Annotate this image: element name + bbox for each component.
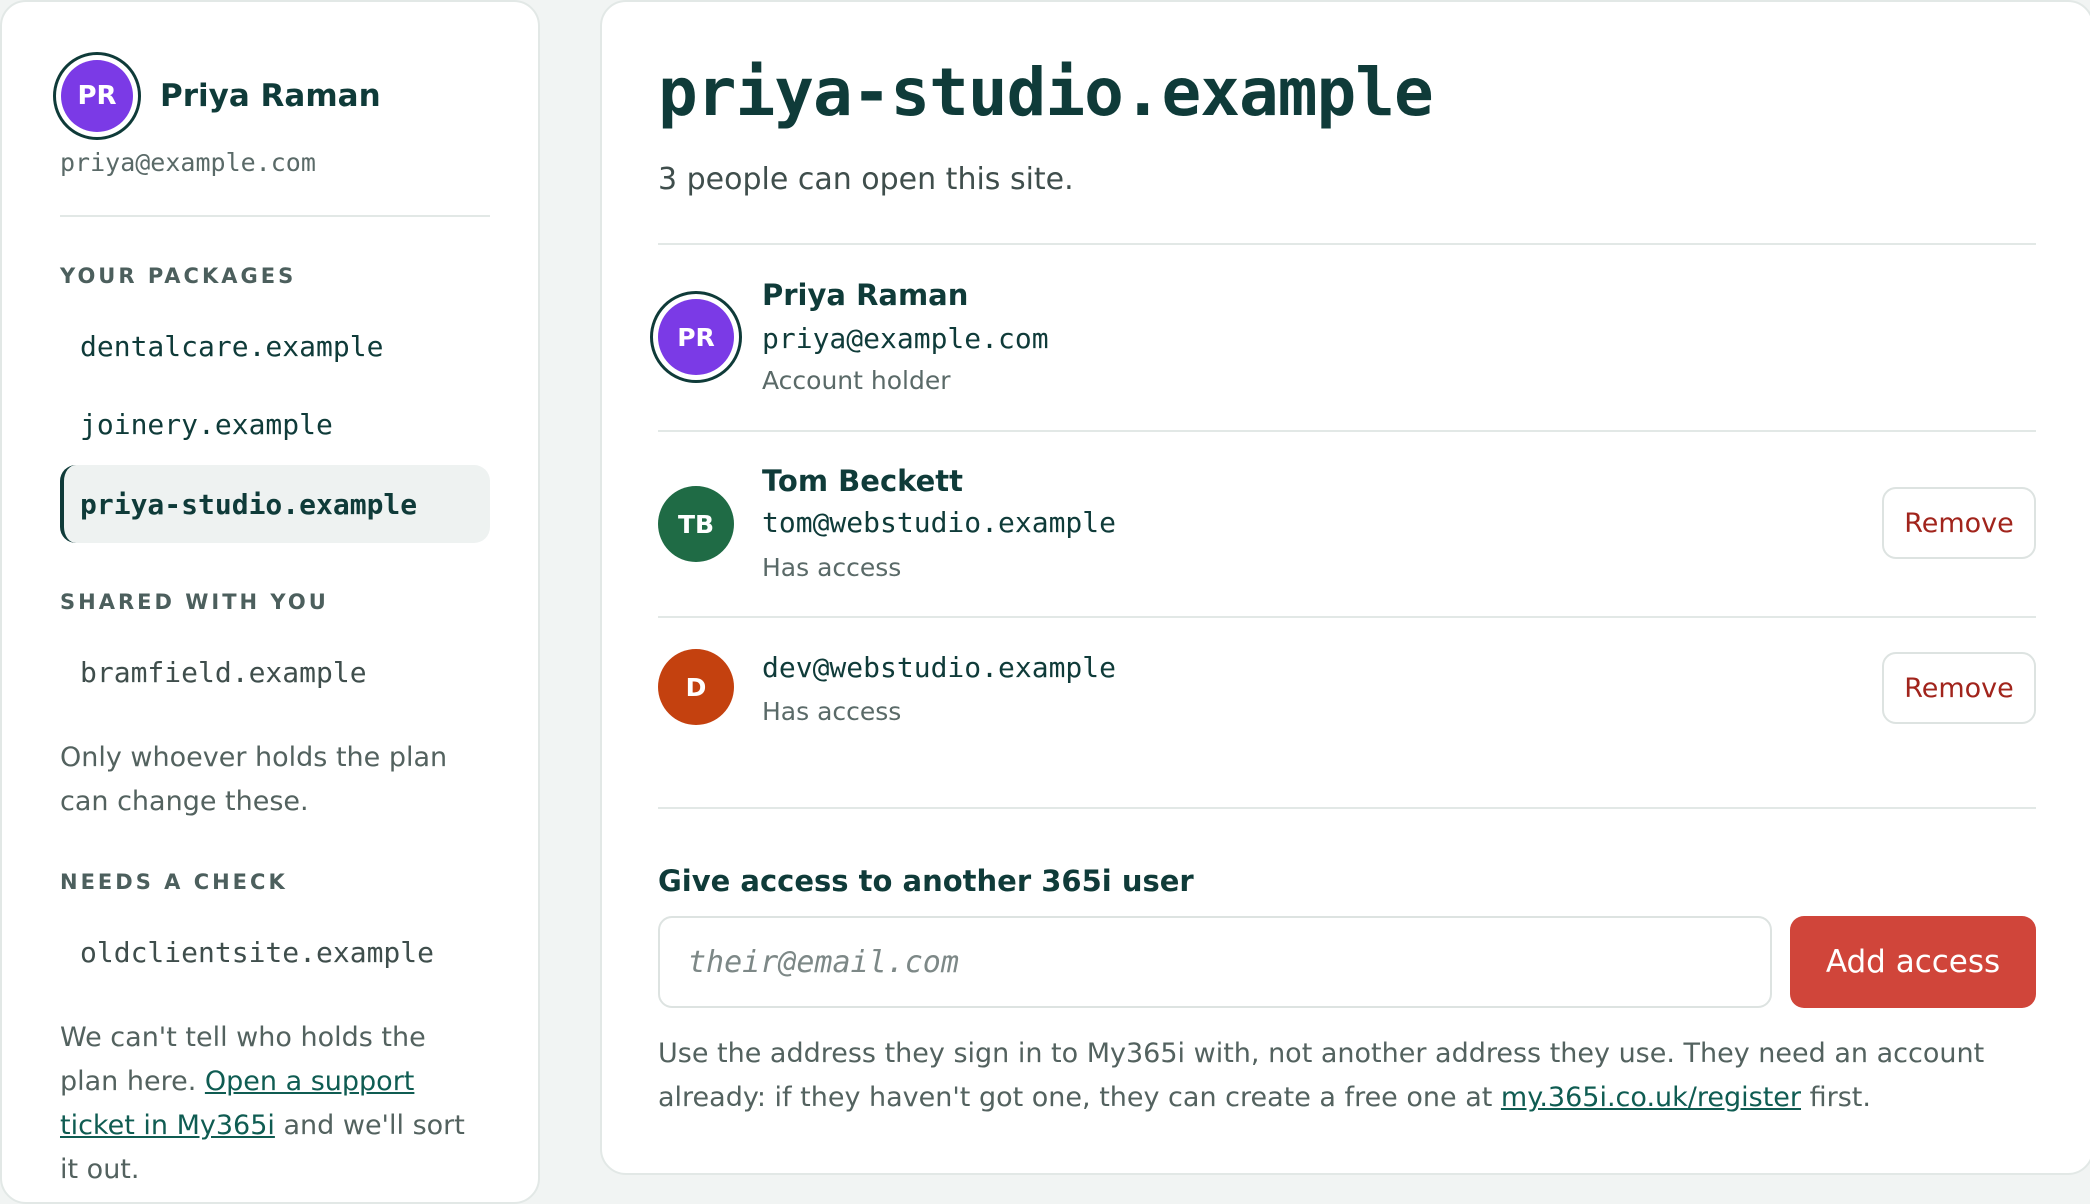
give-access-label: Give access to another 365i user	[658, 864, 1194, 898]
divider	[60, 215, 490, 217]
sidebar-item-joinery[interactable]: joinery.example	[60, 385, 490, 463]
avatar-initials: PR	[658, 299, 734, 375]
person-email: tom@webstudio.example	[762, 506, 1117, 539]
person-name: Priya Raman	[762, 278, 969, 312]
remove-button[interactable]: Remove	[1882, 652, 2036, 724]
divider	[658, 807, 2036, 809]
shared-note: Only whoever holds the plan can change t…	[60, 742, 448, 817]
avatar: PR	[53, 52, 141, 140]
register-link[interactable]: my.365i.co.uk/register	[1501, 1082, 1801, 1113]
sidebar-item-priya-studio[interactable]: priya-studio.example	[60, 465, 490, 543]
help-text-suffix: first.	[1801, 1082, 1871, 1113]
shared-with-you-heading: SHARED WITH YOU	[60, 590, 329, 614]
person-row: D dev@webstudio.example Has access Remov…	[658, 617, 2036, 807]
email-input[interactable]	[658, 916, 1772, 1008]
your-packages-heading: YOUR PACKAGES	[60, 264, 297, 288]
needs-a-check-heading: NEEDS A CHECK	[60, 870, 288, 894]
remove-button[interactable]: Remove	[1882, 487, 2036, 559]
avatar: PR	[650, 291, 742, 383]
person-name: Tom Beckett	[762, 464, 964, 498]
person-email: dev@webstudio.example	[762, 651, 1117, 684]
page-subtitle: 3 people can open this site.	[658, 162, 1074, 197]
person-email: priya@example.com	[762, 322, 1049, 355]
check-note: We can't tell who holds the plan here. O…	[60, 1016, 480, 1192]
person-row: TB Tom Beckett tom@webstudio.example Has…	[658, 431, 2036, 617]
add-access-button[interactable]: Add access	[1790, 916, 2036, 1008]
avatar: TB	[658, 486, 734, 562]
site-access-panel: priya-studio.example 3 people can open t…	[600, 0, 2090, 1175]
sidebar-item-dentalcare[interactable]: dentalcare.example	[60, 307, 490, 385]
help-text: Use the address they sign in to My365i w…	[658, 1032, 2048, 1120]
account-email: priya@example.com	[60, 148, 316, 177]
person-role: Has access	[762, 697, 902, 726]
person-role: Has access	[762, 553, 902, 582]
avatar-initials: PR	[61, 60, 133, 132]
account-name: Priya Raman	[160, 78, 381, 114]
page-title: priya-studio.example	[658, 54, 1434, 131]
avatar: D	[658, 649, 734, 725]
person-row: PR Priya Raman priya@example.com Account…	[650, 244, 2036, 430]
person-role: Account holder	[762, 366, 951, 395]
sidebar: PR Priya Raman priya@example.com YOUR PA…	[0, 0, 540, 1204]
sidebar-item-bramfield[interactable]: bramfield.example	[60, 633, 490, 711]
sidebar-item-oldclientsite[interactable]: oldclientsite.example	[60, 913, 490, 991]
